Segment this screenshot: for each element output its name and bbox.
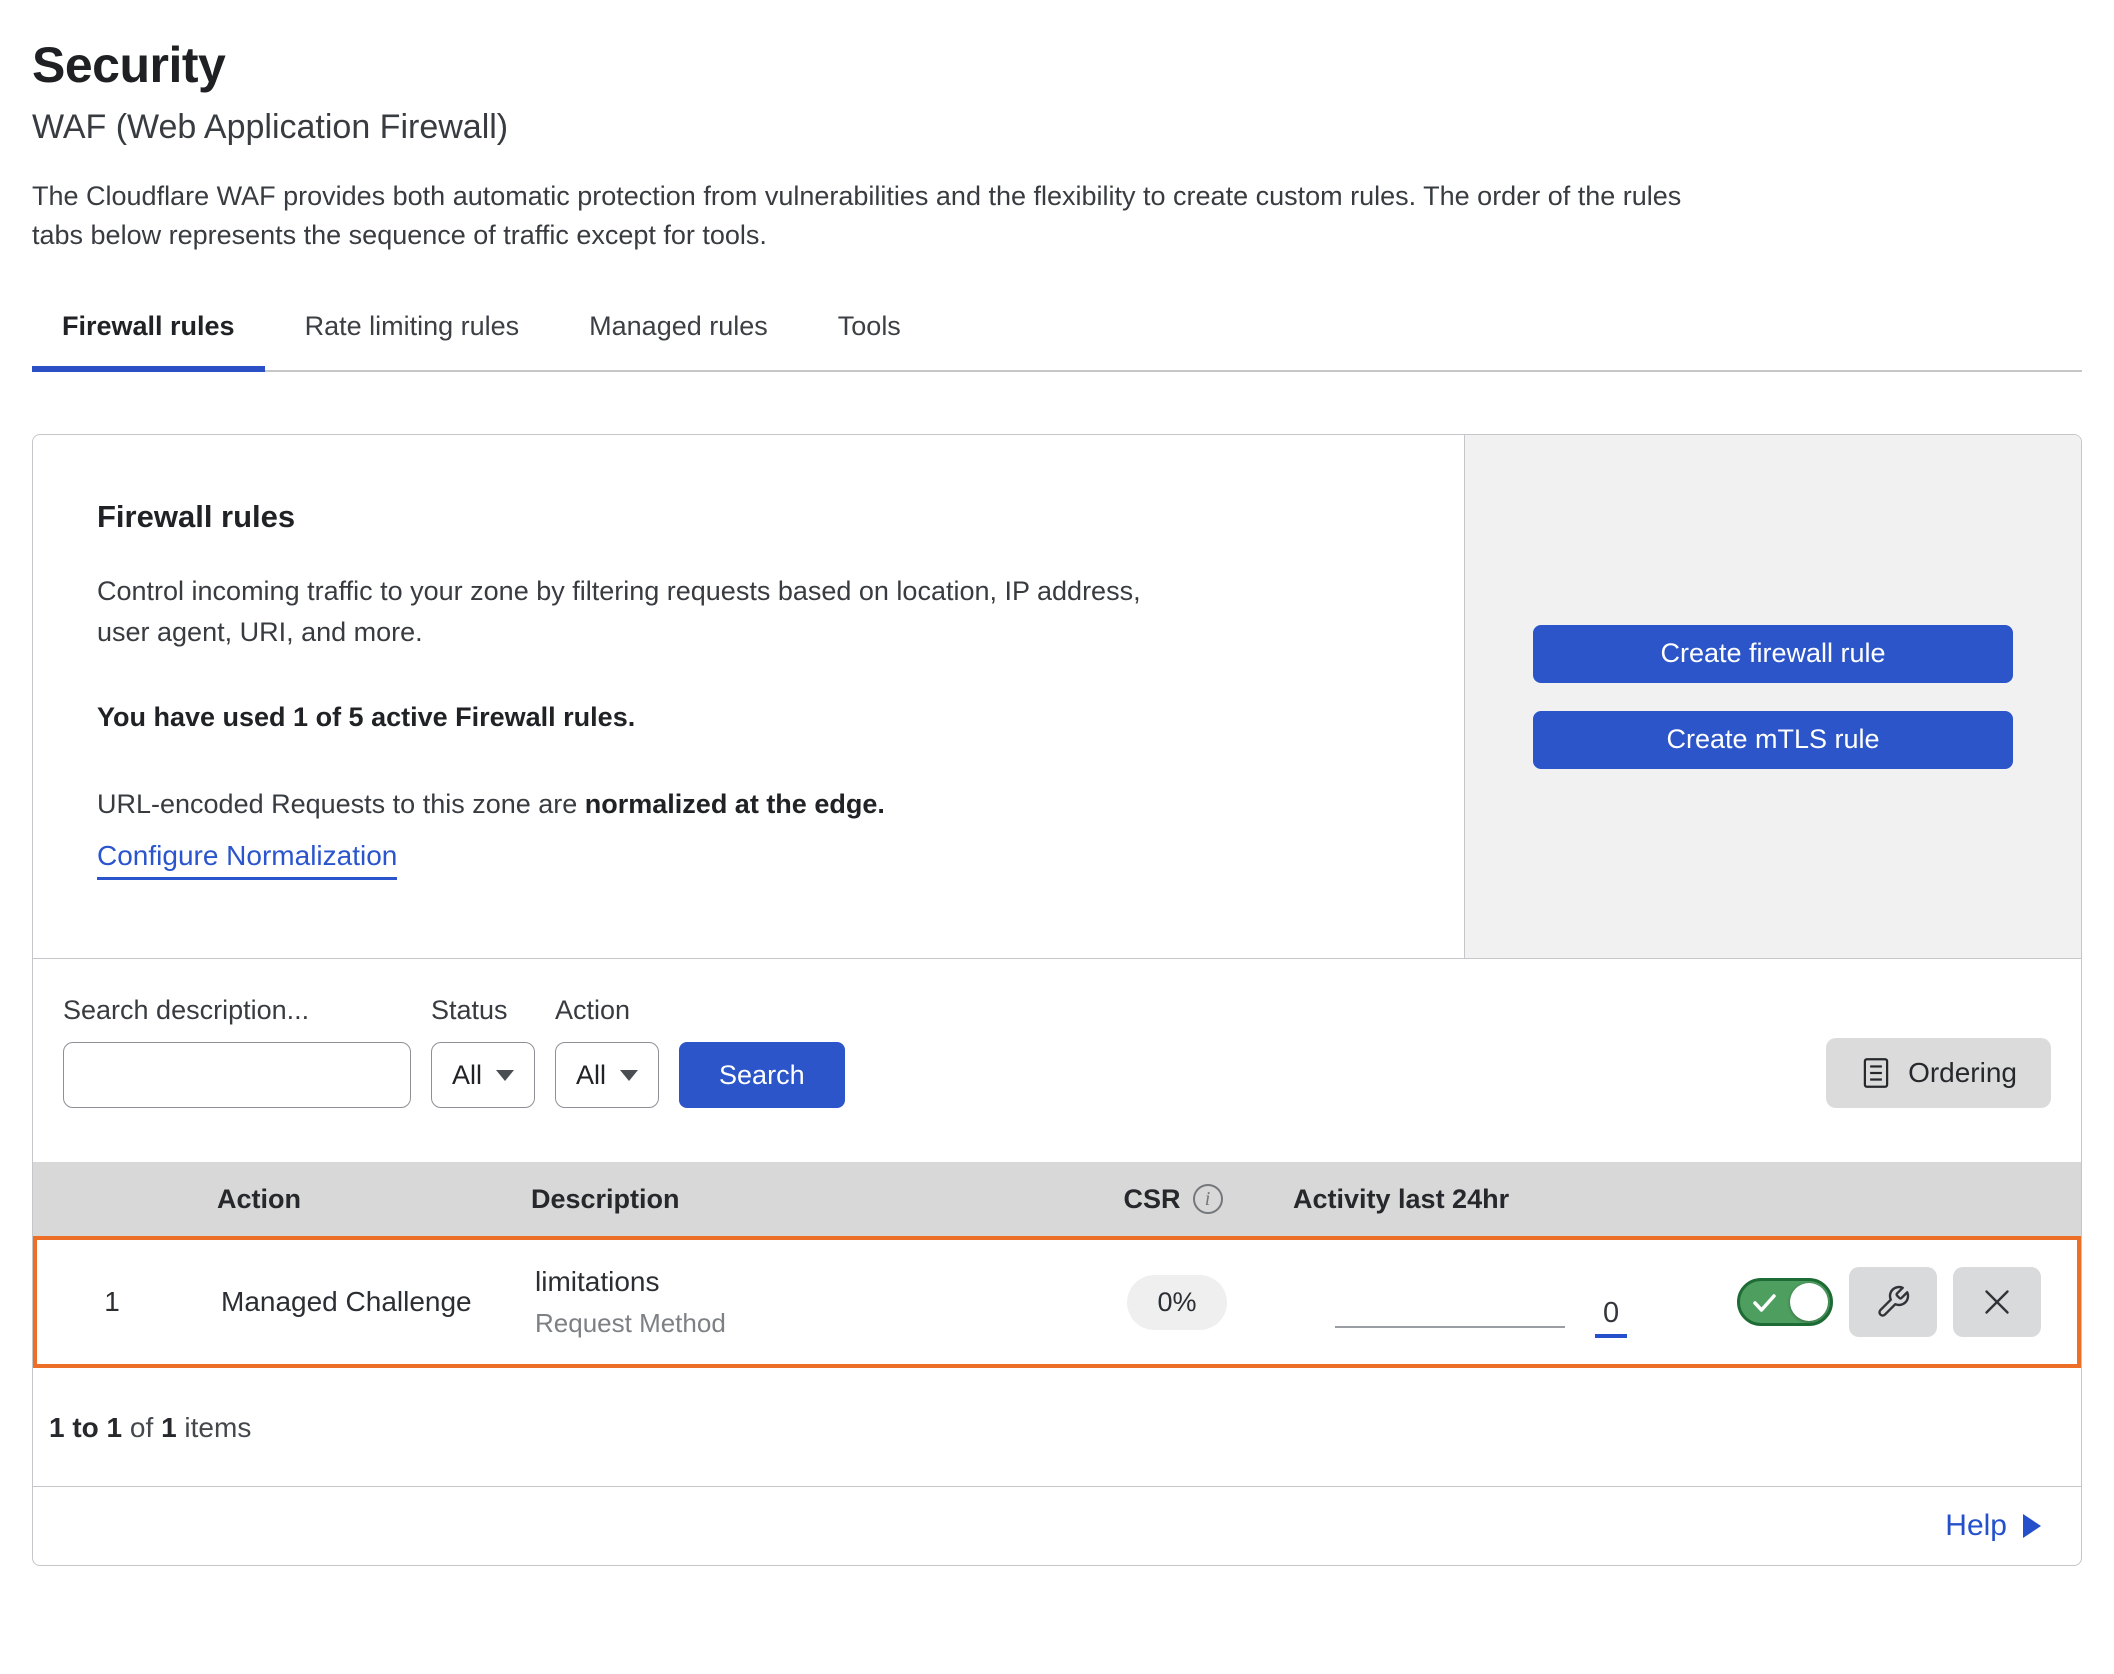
rule-description-sub: Request Method <box>535 1308 1057 1339</box>
ordering-button-label: Ordering <box>1908 1057 2017 1089</box>
status-filter-select[interactable]: All <box>431 1042 535 1108</box>
page-description: The Cloudflare WAF provides both automat… <box>32 177 2082 255</box>
firewall-rules-summary: Firewall rules Control incoming traffic … <box>33 435 2081 959</box>
security-waf-page: Security WAF (Web Application Firewall) … <box>0 36 2114 1566</box>
pagination-total: 1 <box>161 1412 177 1443</box>
help-bar: Help <box>33 1486 2081 1565</box>
create-rule-panel: Create firewall rule Create mTLS rule <box>1464 435 2081 958</box>
rule-csr-cell: 0% <box>1057 1275 1297 1330</box>
pagination-range: 1 to 1 <box>49 1412 122 1443</box>
action-filter-label: Action <box>555 995 659 1026</box>
action-filter-group: Action All <box>555 995 659 1108</box>
page-description-line2: tabs below represents the sequence of tr… <box>32 216 2082 255</box>
configure-rule-button[interactable] <box>1849 1267 1937 1337</box>
pagination-items: items <box>177 1412 252 1443</box>
search-button[interactable]: Search <box>679 1042 845 1108</box>
activity-sparkline <box>1335 1326 1565 1328</box>
wrench-icon <box>1875 1284 1911 1320</box>
rules-table-header: Action Description CSR Activity last 24h… <box>33 1162 2081 1236</box>
normalization-text-bold: normalized at the edge. <box>585 789 885 819</box>
tab-firewall-rules[interactable]: Firewall rules <box>32 303 265 370</box>
csr-column-header: CSR <box>1053 1184 1293 1215</box>
delete-rule-button[interactable] <box>1953 1267 2041 1337</box>
chevron-down-icon <box>620 1070 638 1081</box>
panel-title: Firewall rules <box>97 499 1400 535</box>
firewall-rules-card: Firewall rules Control incoming traffic … <box>32 434 2082 1566</box>
page-subtitle: WAF (Web Application Firewall) <box>32 108 2082 147</box>
ordering-button[interactable]: Ordering <box>1826 1038 2051 1108</box>
configure-normalization-link[interactable]: Configure Normalization <box>97 840 397 880</box>
panel-description-line1: Control incoming traffic to your zone by… <box>97 576 1141 606</box>
csr-column-label: CSR <box>1123 1184 1180 1215</box>
pagination-of: of <box>122 1412 161 1443</box>
search-description-input-wrapper[interactable] <box>63 1042 411 1108</box>
rule-controls <box>1697 1267 2077 1337</box>
pagination-summary: 1 to 1 of 1 items <box>33 1368 2081 1486</box>
page-description-line1: The Cloudflare WAF provides both automat… <box>32 177 2082 216</box>
help-link[interactable]: Help <box>1945 1509 2007 1543</box>
action-filter-value: All <box>576 1060 606 1091</box>
rule-description: limitations <box>535 1266 1057 1298</box>
normalization-text-regular: URL-encoded Requests to this zone are <box>97 789 585 819</box>
filter-controls: Search description... Status All <box>63 995 845 1108</box>
toggle-knob <box>1790 1283 1828 1321</box>
table-row: 1 Managed Challenge limitations Request … <box>33 1236 2081 1368</box>
tab-rate-limiting-rules[interactable]: Rate limiting rules <box>275 303 550 370</box>
csr-badge: 0% <box>1127 1275 1226 1330</box>
rule-activity-cell: 0 <box>1297 1266 1697 1338</box>
rule-description-cell: limitations Request Method <box>517 1266 1057 1339</box>
rule-enabled-toggle[interactable] <box>1737 1278 1833 1326</box>
panel-description: Control incoming traffic to your zone by… <box>97 571 1400 652</box>
x-icon <box>1979 1284 2015 1320</box>
search-description-group: Search description... <box>63 995 411 1108</box>
tab-tools[interactable]: Tools <box>808 303 931 370</box>
normalization-text: URL-encoded Requests to this zone are no… <box>97 789 1400 820</box>
status-filter-value: All <box>452 1060 482 1091</box>
rule-priority: 1 <box>37 1286 187 1318</box>
info-icon[interactable] <box>1193 1184 1223 1214</box>
rule-action: Managed Challenge <box>187 1286 517 1318</box>
activity-count-link[interactable]: 0 <box>1595 1297 1627 1338</box>
status-filter-group: Status All <box>431 995 535 1108</box>
check-icon <box>1752 1292 1778 1314</box>
page-title: Security <box>32 36 2082 94</box>
arrow-right-icon <box>2023 1514 2041 1538</box>
tab-managed-rules[interactable]: Managed rules <box>559 303 798 370</box>
action-column-header: Action <box>183 1184 513 1215</box>
rules-tab-bar: Firewall rules Rate limiting rules Manag… <box>32 303 2082 372</box>
description-column-header: Description <box>513 1184 1053 1215</box>
activity-column-header: Activity last 24hr <box>1293 1184 1693 1215</box>
search-description-label: Search description... <box>63 995 411 1026</box>
action-filter-select[interactable]: All <box>555 1042 659 1108</box>
ordering-list-icon <box>1860 1056 1892 1090</box>
panel-description-line2: user agent, URI, and more. <box>97 617 423 647</box>
create-mtls-rule-button[interactable]: Create mTLS rule <box>1533 711 2013 769</box>
create-firewall-rule-button[interactable]: Create firewall rule <box>1533 625 2013 683</box>
rules-filter-bar: Search description... Status All <box>33 959 2081 1162</box>
chevron-down-icon <box>496 1070 514 1081</box>
search-description-input[interactable] <box>92 1059 431 1092</box>
status-filter-label: Status <box>431 995 535 1026</box>
rules-usage-text: You have used 1 of 5 active Firewall rul… <box>97 702 1400 733</box>
firewall-rules-info: Firewall rules Control incoming traffic … <box>33 435 1464 958</box>
